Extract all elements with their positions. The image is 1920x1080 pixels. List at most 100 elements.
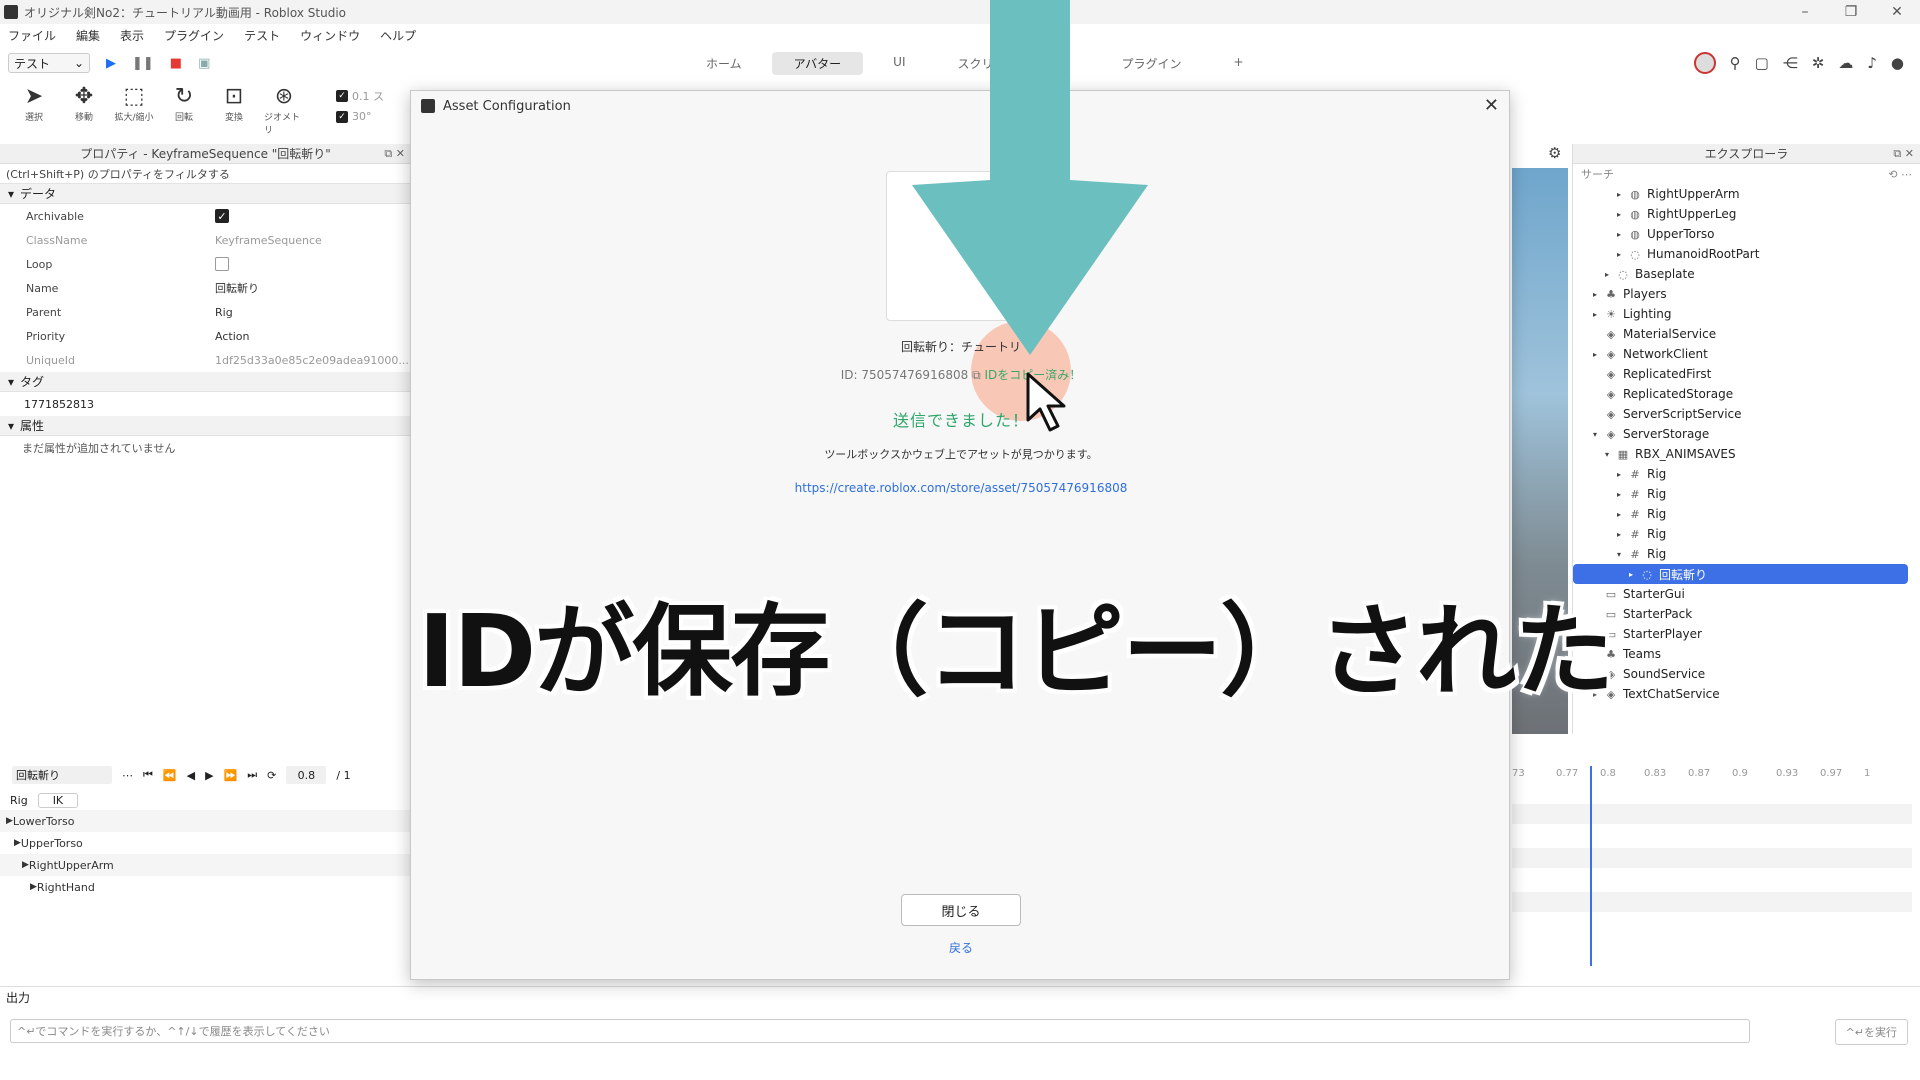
- expand-arrow-icon[interactable]: ▸: [1605, 270, 1615, 279]
- menu-test[interactable]: テスト: [244, 27, 280, 44]
- explorer-item[interactable]: ▾ # Rig: [1573, 544, 1920, 564]
- user-add-icon[interactable]: ⚲: [1730, 54, 1741, 72]
- expand-arrow-icon[interactable]: ▾: [1617, 550, 1627, 559]
- profile-icon[interactable]: ●: [1891, 54, 1904, 72]
- more-icon[interactable]: ⋯: [122, 769, 133, 782]
- stop-icon[interactable]: ■: [170, 56, 182, 71]
- asset-url-link[interactable]: https://create.roblox.com/store/asset/75…: [411, 481, 1511, 495]
- play-icon[interactable]: ▶: [106, 56, 116, 71]
- current-time[interactable]: 0.8: [286, 766, 327, 784]
- expand-arrow-icon[interactable]: ▸: [1617, 510, 1627, 519]
- tool-move[interactable]: ✥ 移動: [64, 84, 104, 140]
- explorer-item[interactable]: ▾ ◈ ServerStorage: [1573, 424, 1920, 444]
- section-tags[interactable]: ▾ タグ: [0, 372, 411, 392]
- snap-move-value[interactable]: 0.1 ス: [352, 88, 384, 104]
- expand-arrow-icon[interactable]: ▾: [1593, 430, 1603, 439]
- loop-icon[interactable]: ⟳: [267, 769, 276, 782]
- tool-scale[interactable]: ⬚ 拡大/縮小: [114, 84, 154, 140]
- step-back-icon[interactable]: ◀: [187, 769, 195, 782]
- tab-home[interactable]: ホーム: [684, 52, 764, 75]
- ik-button[interactable]: IK: [37, 792, 79, 808]
- maximize-icon[interactable]: ❐: [1828, 0, 1874, 24]
- explorer-item[interactable]: ◈ MaterialService: [1573, 324, 1920, 344]
- explorer-item[interactable]: ▸ ☀ Lighting: [1573, 304, 1920, 324]
- expand-arrow-icon[interactable]: ▶: [22, 860, 29, 870]
- explorer-item[interactable]: ◈ SoundService: [1573, 664, 1920, 684]
- timeline[interactable]: 73 0.77 0.8 0.83 0.87 0.9 0.93 0.97 1: [1512, 760, 1920, 972]
- expand-arrow-icon[interactable]: ▸: [1593, 350, 1603, 359]
- tool-select[interactable]: ➤ 選択: [14, 84, 54, 140]
- explorer-item[interactable]: ◈ ReplicatedFirst: [1573, 364, 1920, 384]
- menu-view[interactable]: 表示: [120, 27, 144, 44]
- pause-icon[interactable]: ❚❚: [132, 56, 154, 71]
- menu-plugins[interactable]: プラグイン: [164, 27, 224, 44]
- run-button[interactable]: ^↵を実行: [1834, 1019, 1908, 1045]
- close-window-icon[interactable]: ✕: [1874, 0, 1920, 24]
- panel-controls-icon[interactable]: ⧉ ✕: [384, 147, 405, 161]
- prev-keyframe-icon[interactable]: ⏪: [163, 769, 177, 782]
- loop-checkbox[interactable]: [215, 257, 229, 271]
- explorer-item[interactable]: ▸ # Rig: [1573, 504, 1920, 524]
- explorer-item[interactable]: ▸ # Rig: [1573, 484, 1920, 504]
- explorer-item[interactable]: ▸ ◍ RightUpperArm: [1573, 184, 1920, 204]
- prop-archivable[interactable]: Archivable ✓: [0, 204, 411, 228]
- prop-name[interactable]: Name 回転斬り: [0, 276, 411, 300]
- expand-arrow-icon[interactable]: ▸: [1617, 530, 1627, 539]
- snap-rotate-value[interactable]: 30°: [352, 110, 372, 123]
- tab-add[interactable]: +: [1212, 52, 1266, 75]
- next-keyframe-icon[interactable]: ⏩: [224, 769, 238, 782]
- cloud-icon[interactable]: ☁: [1838, 54, 1853, 72]
- explorer-item[interactable]: ♣ Teams: [1573, 644, 1920, 664]
- skip-start-icon[interactable]: ⏮: [143, 768, 153, 782]
- scrubber[interactable]: [1590, 766, 1592, 966]
- explorer-item[interactable]: ▸ ◍ RightUpperLeg: [1573, 204, 1920, 224]
- menu-help[interactable]: ヘルプ: [380, 27, 416, 44]
- explorer-item[interactable]: ▸ # Rig: [1573, 464, 1920, 484]
- expand-arrow-icon[interactable]: ▸: [1593, 290, 1603, 299]
- play-anim-icon[interactable]: ▶: [205, 769, 213, 782]
- tool-geometry[interactable]: ⊛ ジオメトリ: [264, 84, 304, 140]
- menu-edit[interactable]: 編集: [76, 27, 100, 44]
- explorer-item[interactable]: ▸ ◈ NetworkClient: [1573, 344, 1920, 364]
- explorer-item[interactable]: ▾ ▦ RBX_ANIMSAVES: [1573, 444, 1920, 464]
- expand-arrow-icon[interactable]: ▸: [1617, 250, 1627, 259]
- bell-icon[interactable]: ♪: [1867, 54, 1877, 72]
- explorer-item[interactable]: ▸ ◍ UpperTorso: [1573, 224, 1920, 244]
- explorer-item[interactable]: ◈ ServerScriptService: [1573, 404, 1920, 424]
- avatar-icon[interactable]: [1693, 52, 1716, 74]
- expand-arrow-icon[interactable]: ▾: [1605, 450, 1615, 459]
- explorer-item[interactable]: ▸ ◌ 回転斬り: [1573, 564, 1908, 584]
- explorer-item[interactable]: ▭ StarterPack: [1573, 604, 1920, 624]
- properties-filter[interactable]: (Ctrl+Shift+P) のプロパティをフィルタする: [0, 164, 411, 184]
- prop-priority[interactable]: Priority Action: [0, 324, 411, 348]
- tool-transform[interactable]: ⊡ 変換: [214, 84, 254, 140]
- expand-arrow-icon[interactable]: ▸: [1617, 490, 1627, 499]
- explorer-item[interactable]: ▸ ◌ HumanoidRootPart: [1573, 244, 1920, 264]
- test-mode-select[interactable]: テスト ⌄: [8, 53, 90, 73]
- share-icon[interactable]: ⋲: [1783, 54, 1798, 72]
- explorer-item[interactable]: ▭ StarterGui: [1573, 584, 1920, 604]
- snap-move-checkbox[interactable]: ✓: [336, 90, 348, 102]
- archivable-checkbox[interactable]: ✓: [215, 209, 229, 223]
- expand-arrow-icon[interactable]: ▸: [1617, 210, 1627, 219]
- expand-arrow-icon[interactable]: ▸: [1629, 570, 1639, 579]
- tool-rotate[interactable]: ↻ 回転: [164, 84, 204, 140]
- track-row[interactable]: ▶ LowerTorso: [0, 810, 412, 832]
- explorer-item[interactable]: ▸ ▭ StarterPlayer: [1573, 624, 1920, 644]
- menu-file[interactable]: ファイル: [8, 27, 56, 44]
- expand-arrow-icon[interactable]: ▸: [1617, 470, 1627, 479]
- expand-arrow-icon[interactable]: ▸: [1617, 190, 1627, 199]
- explorer-item[interactable]: ▸ ♣ Players: [1573, 284, 1920, 304]
- prop-parent[interactable]: Parent Rig: [0, 300, 411, 324]
- expand-arrow-icon[interactable]: ▶: [30, 882, 37, 892]
- section-data[interactable]: ▾ データ: [0, 184, 411, 204]
- screen-icon[interactable]: ▣: [198, 56, 210, 71]
- expand-arrow-icon[interactable]: ▸: [1617, 230, 1627, 239]
- skip-end-icon[interactable]: ⏭: [247, 768, 257, 782]
- back-link[interactable]: 戻る: [411, 939, 1511, 956]
- track-row[interactable]: ▶ UpperTorso: [0, 832, 412, 854]
- track-row[interactable]: ▶ RightHand: [0, 876, 412, 898]
- explorer-item[interactable]: ◈ ReplicatedStorage: [1573, 384, 1920, 404]
- explorer-item[interactable]: ▸ # Rig: [1573, 524, 1920, 544]
- section-attributes[interactable]: ▾ 属性: [0, 416, 411, 436]
